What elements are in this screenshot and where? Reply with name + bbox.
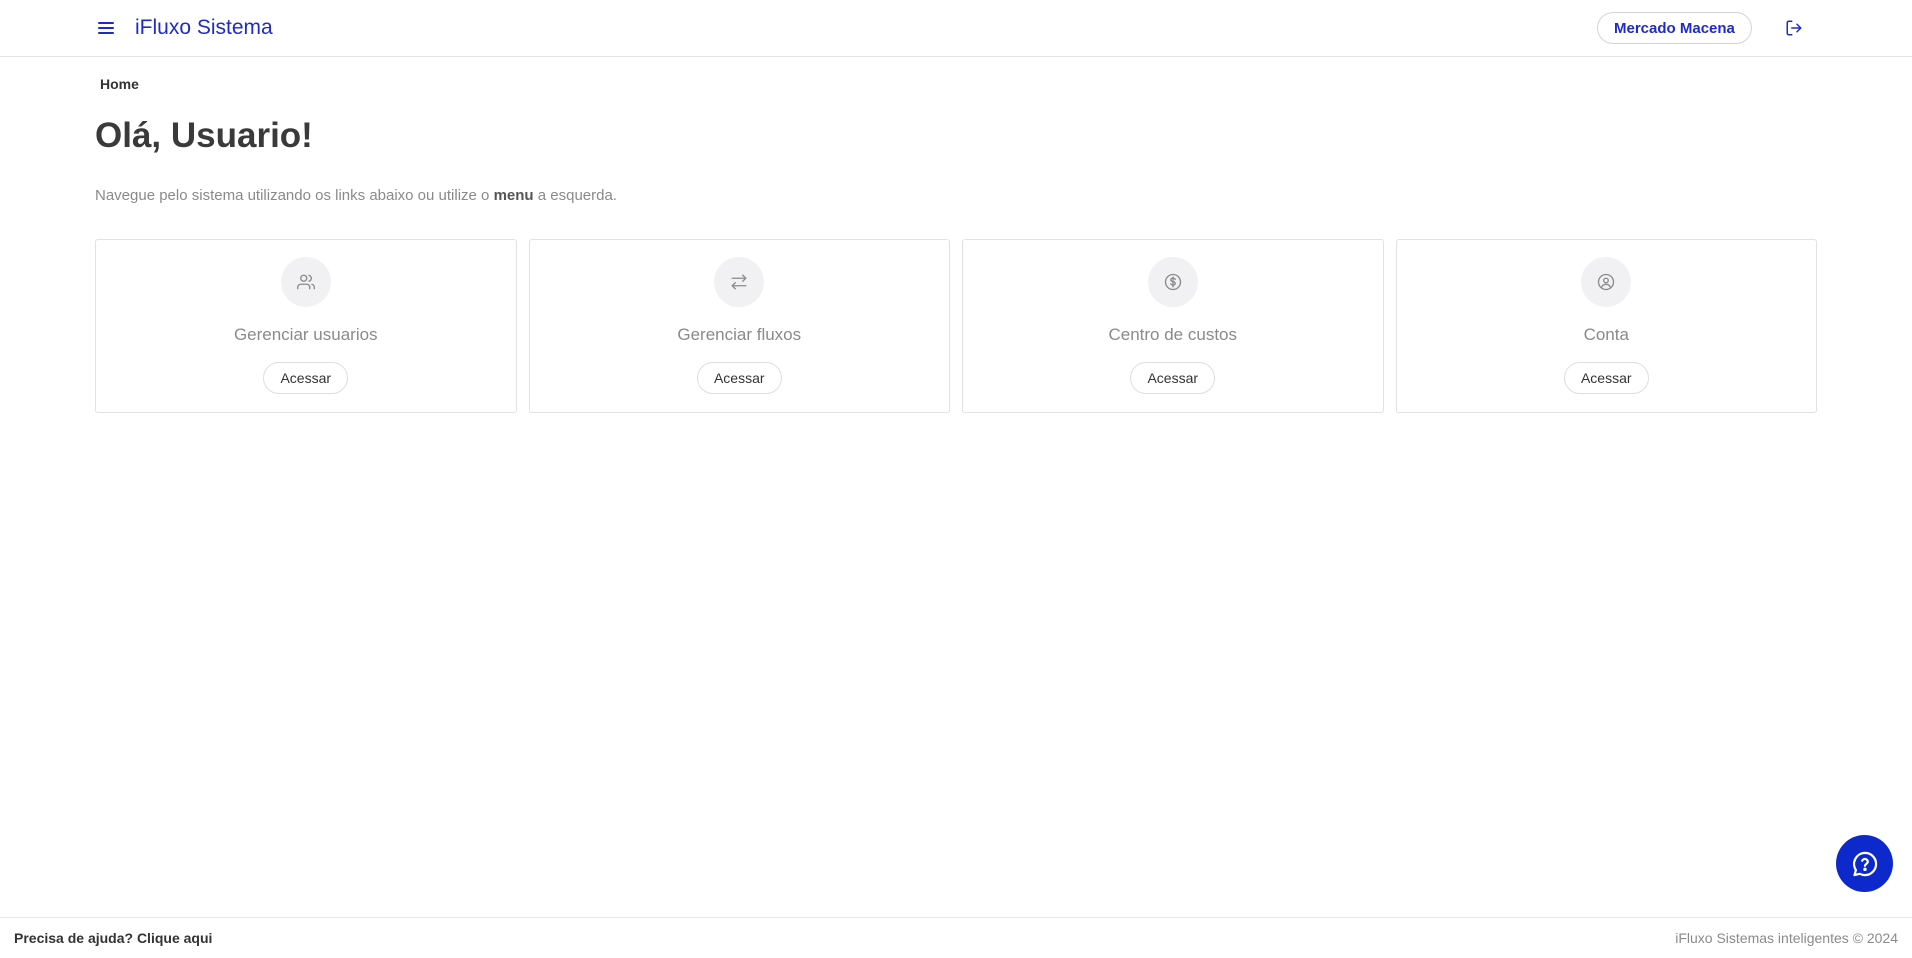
logout-button[interactable]	[1782, 16, 1806, 40]
company-button[interactable]: Mercado Macena	[1597, 12, 1752, 44]
help-chat-icon	[1852, 851, 1877, 876]
card-gerenciar-fluxos: Gerenciar fluxos Acessar	[528, 239, 950, 413]
help-chat-button[interactable]	[1836, 835, 1893, 892]
logout-icon	[1786, 20, 1802, 36]
intro-text-start: Navegue pelo sistema utilizando os links…	[95, 187, 494, 204]
access-button-custos[interactable]: Acessar	[1130, 362, 1216, 394]
footer-copyright: iFluxo Sistemas inteligentes © 2024	[1675, 930, 1898, 946]
footer: Precisa de ajuda? Clique aqui iFluxo Sis…	[0, 917, 1912, 958]
footer-help-link[interactable]: Precisa de ajuda? Clique aqui	[14, 930, 212, 946]
top-bar: iFluxo Sistema Mercado Macena	[0, 0, 1912, 57]
shortcut-cards: Gerenciar usuarios Acessar Gerenciar flu…	[95, 239, 1817, 413]
card-centro-de-custos: Centro de custos Acessar	[962, 239, 1384, 413]
menu-icon	[98, 22, 114, 34]
card-conta: Conta Acessar	[1395, 239, 1817, 413]
dollar-circle-icon	[1164, 273, 1181, 291]
card-title: Centro de custos	[1108, 325, 1237, 344]
page-title: Olá, Usuario!	[95, 116, 313, 155]
users-icon	[296, 274, 315, 290]
intro-text-menu: menu	[493, 187, 534, 204]
card-title: Conta	[1583, 325, 1629, 344]
breadcrumb[interactable]: Home	[100, 76, 139, 92]
access-button-usuarios[interactable]: Acessar	[263, 362, 349, 394]
access-button-conta[interactable]: Acessar	[1563, 362, 1649, 394]
intro-text-end: a esquerda.	[533, 187, 617, 204]
menu-button[interactable]	[92, 16, 120, 40]
intro-text: Navegue pelo sistema utilizando os links…	[95, 186, 617, 206]
card-title: Gerenciar fluxos	[677, 325, 802, 344]
card-title: Gerenciar usuarios	[233, 325, 378, 344]
user-circle-icon	[1598, 273, 1615, 291]
brand-title[interactable]: iFluxo Sistema	[135, 15, 273, 41]
swap-arrows-icon	[731, 274, 747, 290]
card-gerenciar-usuarios: Gerenciar usuarios Acessar	[95, 239, 517, 413]
access-button-fluxos[interactable]: Acessar	[696, 362, 782, 394]
